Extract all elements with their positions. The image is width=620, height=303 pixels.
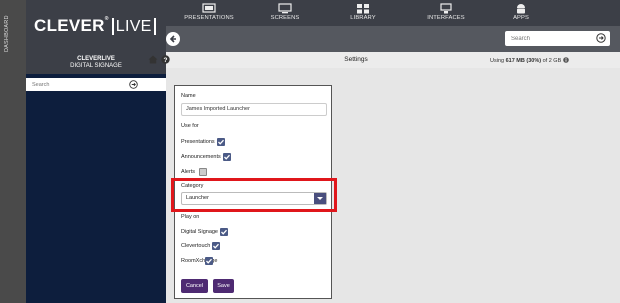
presentation-icon xyxy=(202,3,216,13)
clevertouch-label: Clevertouch xyxy=(181,243,211,249)
alerts-checkbox[interactable] xyxy=(199,168,207,176)
logo-trademark: ® xyxy=(104,16,109,22)
search-go-icon[interactable] xyxy=(129,80,138,89)
arrow-left-icon xyxy=(169,35,176,43)
clevertouch-checkbox[interactable] xyxy=(212,242,220,250)
checkmark-icon xyxy=(224,154,230,160)
usage-value: 617 MB (30%) xyxy=(505,58,542,64)
usage-prefix: Using xyxy=(490,58,506,64)
announcements-checkbox[interactable] xyxy=(223,153,231,161)
dashboard-label[interactable]: DASHBOARD xyxy=(4,4,22,64)
name-label: Name xyxy=(181,93,196,99)
play-on-label: Play on xyxy=(181,214,200,220)
logo-brand: CLEVER xyxy=(34,16,105,35)
nav-interfaces[interactable]: INTERFACES xyxy=(411,0,481,26)
library-icon xyxy=(357,4,369,14)
sidebar-title-main: CLEVERLIVE xyxy=(77,56,115,62)
info-icon xyxy=(562,57,569,63)
logo-area: CLEVER® LIVE xyxy=(26,0,166,52)
roomxchange-checkbox[interactable] xyxy=(205,257,213,265)
sidebar: CLEVERLIVE DIGITAL SIGNAGE xyxy=(26,52,166,303)
top-nav: PRESENTATIONS SCREENS LIBRARY INTERFACES… xyxy=(166,0,620,26)
cancel-button[interactable]: Cancel xyxy=(181,279,208,293)
android-icon xyxy=(517,4,525,14)
checkmark-icon xyxy=(221,229,227,235)
announcements-label: Announcements xyxy=(181,154,221,160)
nav-screens[interactable]: SCREENS xyxy=(250,0,320,26)
checkmark-icon xyxy=(206,258,212,264)
digital-signage-checkbox[interactable] xyxy=(220,228,228,236)
back-button[interactable] xyxy=(166,32,180,46)
help-icon[interactable]: ? xyxy=(161,55,170,64)
category-highlight-box xyxy=(171,178,337,212)
page-title: Settings xyxy=(344,56,368,63)
save-button[interactable]: Save xyxy=(213,279,234,293)
nav-label: SCREENS xyxy=(270,15,300,21)
top-search-input[interactable] xyxy=(505,31,590,46)
sidebar-title: CLEVERLIVE DIGITAL SIGNAGE xyxy=(26,52,166,74)
storage-usage: Using 617 MB (30%) of 2 GB xyxy=(490,57,569,64)
checkmark-icon xyxy=(213,243,219,249)
presentations-label: Presentations xyxy=(181,139,215,145)
usage-suffix: of 2 GB xyxy=(541,58,562,64)
monitor-icon xyxy=(278,3,292,14)
top-search-box xyxy=(505,31,610,46)
nav-label: APPS xyxy=(513,15,529,21)
presentations-checkbox[interactable] xyxy=(217,138,225,146)
sidebar-search-input[interactable] xyxy=(26,78,136,91)
interfaces-icon xyxy=(440,3,452,14)
nav-label: LIBRARY xyxy=(350,15,376,21)
home-icon[interactable] xyxy=(148,55,158,64)
clever-live-logo: CLEVER® LIVE xyxy=(34,16,156,36)
checkmark-icon xyxy=(218,139,224,145)
sidebar-title-sub: DIGITAL SIGNAGE xyxy=(70,63,122,69)
nav-library[interactable]: LIBRARY xyxy=(328,0,398,26)
alerts-label: Alerts xyxy=(181,169,196,175)
dashboard-strip[interactable]: DASHBOARD xyxy=(0,0,26,303)
digital-signage-label: Digital Signage xyxy=(181,229,218,235)
nav-label: PRESENTATIONS xyxy=(184,15,234,21)
nav-apps[interactable]: APPS xyxy=(486,0,556,26)
name-field[interactable]: James Imported Launcher xyxy=(181,103,327,116)
nav-label: INTERFACES xyxy=(427,15,465,21)
sidebar-search-box xyxy=(26,78,166,91)
logo-product: LIVE xyxy=(111,18,156,35)
nav-presentations[interactable]: PRESENTATIONS xyxy=(174,0,244,26)
search-go-icon[interactable] xyxy=(596,33,606,43)
sub-toolbar xyxy=(166,26,620,52)
use-for-label: Use for xyxy=(181,123,199,129)
svg-text:?: ? xyxy=(164,57,168,64)
